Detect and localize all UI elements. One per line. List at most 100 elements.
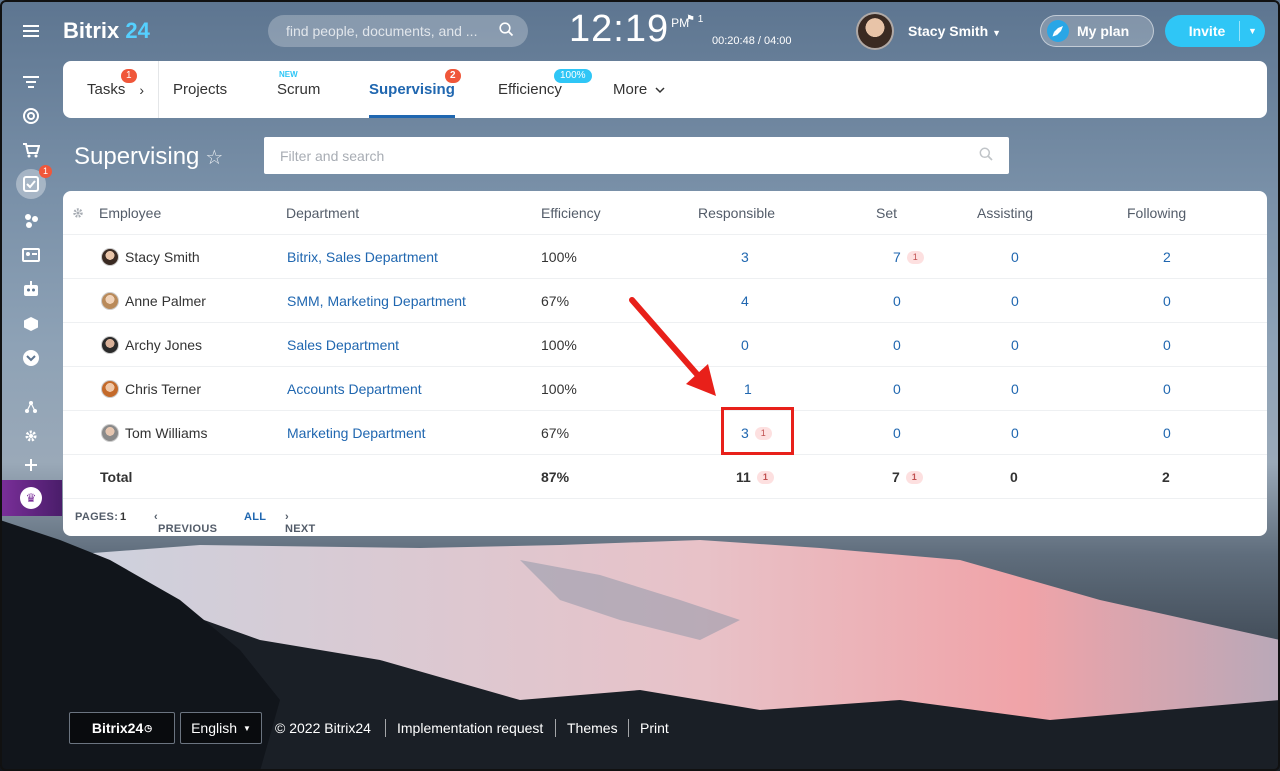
tab-efficiency[interactable]: Efficiency 100% bbox=[498, 61, 592, 118]
set-count[interactable]: 0 bbox=[893, 279, 901, 323]
tasks-notification-badge: 1 bbox=[38, 165, 52, 178]
employee-cell[interactable]: Anne Palmer bbox=[101, 279, 206, 323]
annotation-arrow bbox=[629, 297, 716, 396]
footer-bitrix24-logo[interactable]: Bitrix24 ◷ bbox=[69, 712, 175, 744]
following-count[interactable]: 2 bbox=[1163, 235, 1171, 279]
avatar bbox=[101, 424, 119, 442]
star-icon[interactable]: ☆ bbox=[205, 147, 223, 169]
table-row: Tom Williams Marketing Department 67% 31… bbox=[63, 411, 1267, 455]
tab-projects[interactable]: Projects bbox=[173, 61, 227, 118]
tab-scrum[interactable]: Scrum NEW bbox=[277, 61, 320, 118]
crown-icon: ♛ bbox=[20, 487, 42, 509]
following-count[interactable]: 0 bbox=[1163, 367, 1171, 411]
set-count[interactable]: 0 bbox=[893, 323, 901, 367]
total-efficiency: 87% bbox=[541, 469, 570, 485]
robot-icon[interactable] bbox=[19, 277, 43, 301]
employee-cell[interactable]: Chris Terner bbox=[101, 367, 201, 411]
table-row: Stacy Smith Bitrix, Sales Department 100… bbox=[63, 235, 1267, 279]
responsible-count[interactable]: 0 bbox=[741, 323, 749, 367]
column-department[interactable]: Department bbox=[286, 191, 359, 235]
grid-header-row: Employee Department Efficiency Responsib… bbox=[63, 191, 1267, 235]
tasks-icon[interactable]: 1 bbox=[16, 165, 52, 199]
department-link[interactable]: Sales Department bbox=[287, 323, 399, 367]
upgrade-crown-button[interactable]: ♛ bbox=[0, 480, 62, 516]
department-link[interactable]: Accounts Department bbox=[287, 367, 422, 411]
all-pages-link[interactable]: ALL bbox=[244, 511, 266, 523]
print-link[interactable]: Print bbox=[640, 720, 669, 736]
sitemap-icon[interactable] bbox=[19, 395, 43, 419]
column-efficiency[interactable]: Efficiency bbox=[541, 191, 601, 235]
cart-icon[interactable] bbox=[19, 138, 43, 162]
total-set: 71 bbox=[892, 455, 923, 499]
responsible-count[interactable]: 4 bbox=[741, 279, 749, 323]
add-plus-icon[interactable] bbox=[19, 453, 43, 477]
annotation-highlight-box bbox=[721, 407, 794, 455]
expand-more-icon[interactable] bbox=[19, 346, 43, 370]
menu-hamburger-icon[interactable] bbox=[19, 19, 43, 43]
total-responsible-counter-badge: 1 bbox=[756, 470, 774, 484]
user-menu[interactable]: Stacy Smith ▼ bbox=[908, 23, 1001, 39]
target-icon[interactable] bbox=[19, 104, 43, 128]
assisting-count[interactable]: 0 bbox=[1011, 235, 1019, 279]
my-plan-button[interactable]: My plan bbox=[1040, 15, 1154, 47]
next-page-button[interactable]: NEXT › bbox=[285, 511, 315, 535]
tab-supervising[interactable]: Supervising 2 bbox=[369, 61, 461, 118]
implementation-request-link[interactable]: Implementation request bbox=[397, 720, 543, 736]
column-following[interactable]: Following bbox=[1127, 191, 1186, 235]
total-set-counter-badge: 1 bbox=[905, 470, 923, 484]
box-icon[interactable] bbox=[19, 312, 43, 336]
total-responsible: 11 1 bbox=[736, 455, 774, 499]
assisting-count[interactable]: 0 bbox=[1011, 411, 1019, 455]
total-assisting: 0 bbox=[1010, 469, 1018, 485]
department-link[interactable]: SMM, Marketing Department bbox=[287, 279, 466, 323]
bitrix24-logo[interactable]: Bitrix 24 bbox=[63, 18, 150, 44]
themes-link[interactable]: Themes bbox=[567, 720, 618, 736]
supervising-counter-badge: 2 bbox=[445, 69, 461, 83]
search-icon[interactable] bbox=[979, 147, 993, 164]
chevron-down-icon[interactable]: ▼ bbox=[1239, 21, 1265, 41]
following-count[interactable]: 0 bbox=[1163, 411, 1171, 455]
column-responsible[interactable]: Responsible bbox=[698, 191, 775, 235]
settings-gear-icon[interactable] bbox=[19, 424, 43, 448]
responsible-count[interactable]: 3 bbox=[741, 235, 749, 279]
previous-page-button[interactable]: ‹ PREVIOUS bbox=[154, 511, 217, 535]
flag-icon: ⚑ bbox=[686, 14, 695, 25]
department-link[interactable]: Bitrix, Sales Department bbox=[287, 235, 438, 279]
set-count[interactable]: 71 bbox=[893, 235, 924, 279]
filter-search-input[interactable] bbox=[280, 147, 979, 164]
groups-icon[interactable] bbox=[19, 208, 43, 232]
responsible-count[interactable]: 1 bbox=[744, 367, 752, 411]
assisting-count[interactable]: 0 bbox=[1011, 279, 1019, 323]
feed-icon[interactable] bbox=[19, 70, 43, 94]
clock[interactable]: 12:19 PM bbox=[569, 8, 689, 51]
column-employee[interactable]: Employee bbox=[99, 191, 161, 235]
invite-button[interactable]: Invite ▼ bbox=[1165, 15, 1265, 47]
set-count[interactable]: 0 bbox=[893, 367, 901, 411]
chevron-down-icon bbox=[655, 81, 665, 98]
tab-tasks[interactable]: Tasks 1 › bbox=[87, 61, 144, 118]
avatar bbox=[101, 336, 119, 354]
tasks-tabs-bar: Tasks 1 › Projects Scrum NEW Supervising… bbox=[63, 61, 1267, 118]
grid-settings-gear-icon[interactable] bbox=[72, 191, 84, 235]
contact-card-icon[interactable] bbox=[19, 243, 43, 267]
department-link[interactable]: Marketing Department bbox=[287, 411, 426, 455]
assisting-count[interactable]: 0 bbox=[1011, 367, 1019, 411]
following-count[interactable]: 0 bbox=[1163, 279, 1171, 323]
following-count[interactable]: 0 bbox=[1163, 323, 1171, 367]
efficiency-value: 100% bbox=[541, 381, 577, 397]
employee-cell[interactable]: Archy Jones bbox=[101, 323, 202, 367]
tab-more[interactable]: More bbox=[613, 61, 665, 118]
employee-cell[interactable]: Stacy Smith bbox=[101, 235, 200, 279]
search-icon[interactable] bbox=[499, 21, 514, 41]
language-selector[interactable]: English ▼ bbox=[180, 712, 262, 744]
employee-cell[interactable]: Tom Williams bbox=[101, 411, 207, 455]
user-avatar[interactable] bbox=[856, 12, 894, 50]
avatar bbox=[101, 380, 119, 398]
worktime-flag[interactable]: ⚑ 1 bbox=[686, 14, 703, 25]
column-set[interactable]: Set bbox=[876, 191, 897, 235]
global-search-input[interactable] bbox=[286, 23, 499, 39]
assisting-count[interactable]: 0 bbox=[1011, 323, 1019, 367]
column-assisting[interactable]: Assisting bbox=[977, 191, 1033, 235]
total-row: Total 87% 11 1 71 0 2 bbox=[63, 455, 1267, 499]
set-count[interactable]: 0 bbox=[893, 411, 901, 455]
